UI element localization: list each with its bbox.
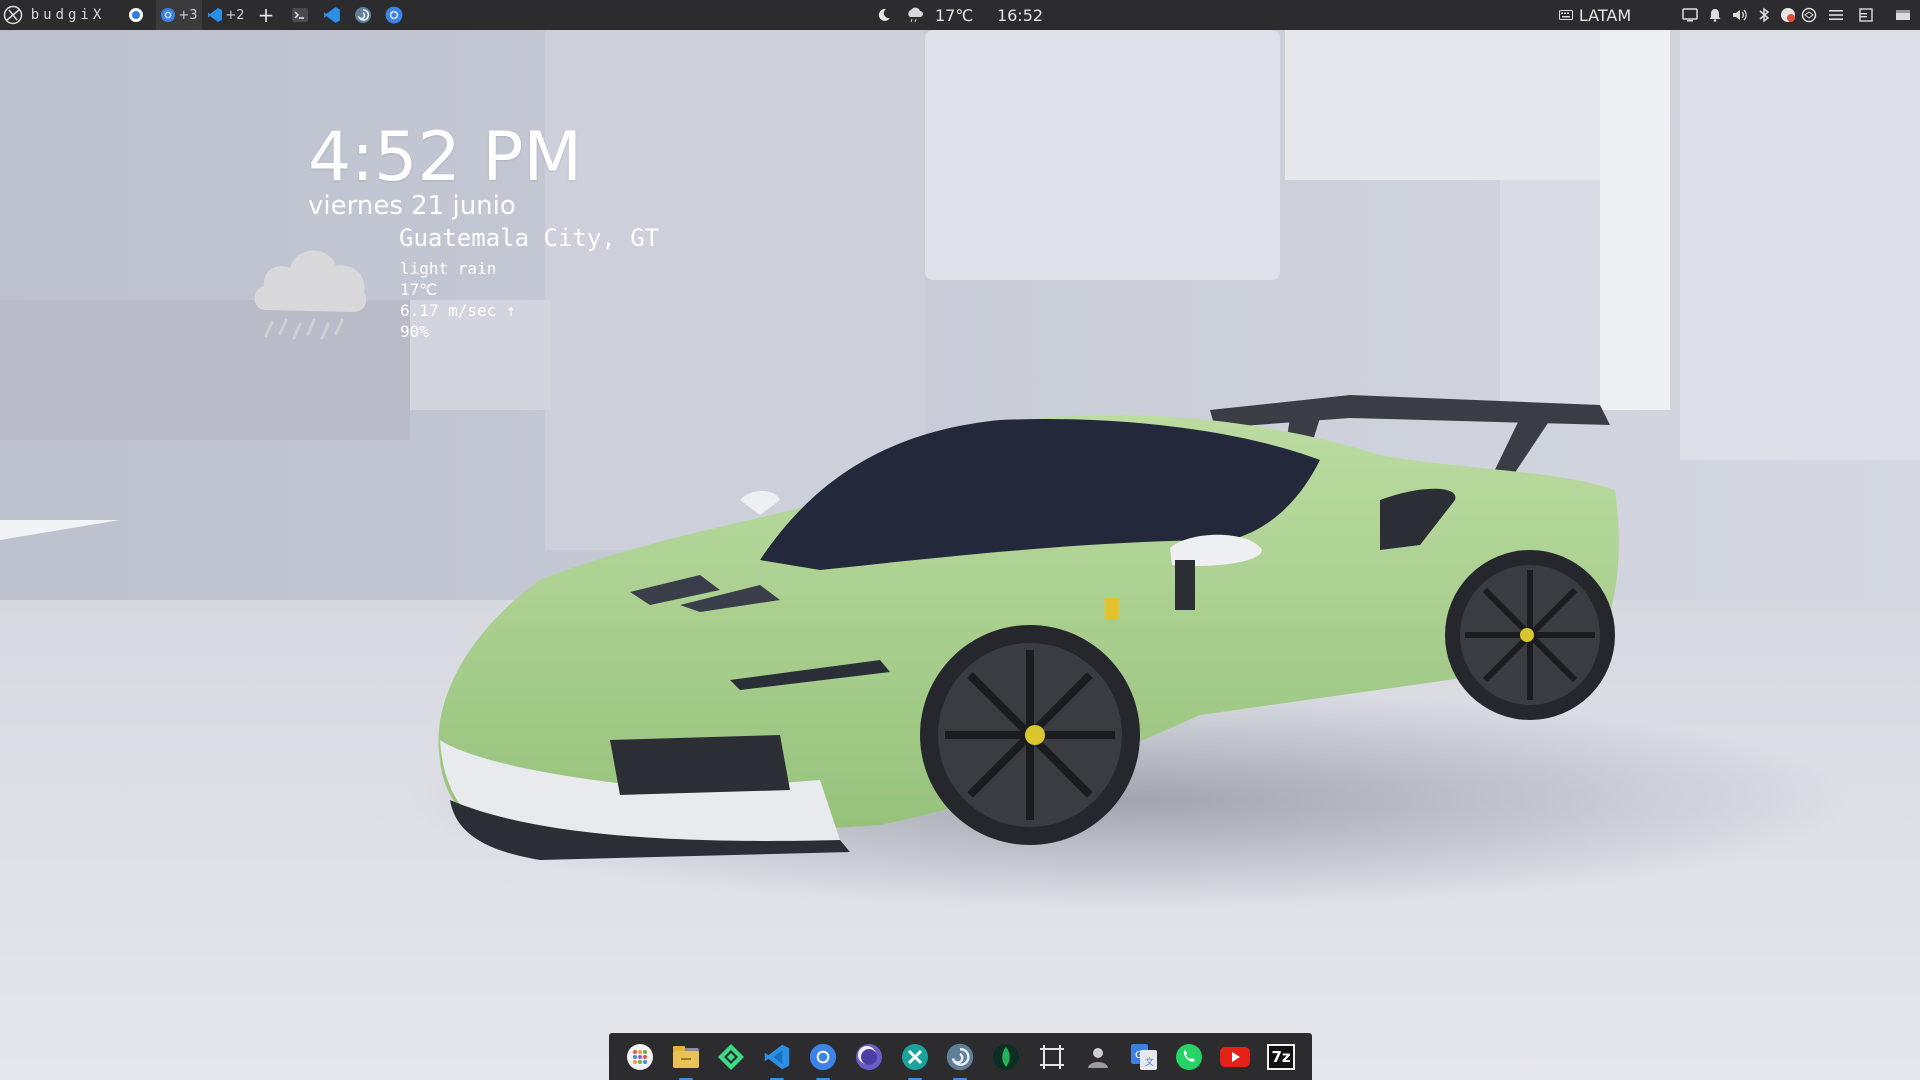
svg-text:G: G (1135, 1050, 1143, 1061)
app-indicator-icon (129, 8, 143, 22)
dock-whatsapp[interactable] (1172, 1040, 1206, 1074)
bluetooth-applet[interactable] (1754, 0, 1774, 30)
vpn-icon (1801, 7, 1817, 23)
dock-app-x[interactable] (898, 1040, 932, 1080)
dock-youtube[interactable] (1218, 1040, 1252, 1074)
user-icon (1087, 1047, 1108, 1068)
cloud-rain-icon (908, 7, 923, 23)
vscode-icon (208, 8, 223, 22)
weather-humidity: 90% (400, 322, 429, 341)
night-light-toggle[interactable] (874, 0, 894, 30)
workspace-1[interactable]: +3 (156, 0, 202, 30)
raven-toggle[interactable] (1856, 0, 1876, 30)
panel-clock[interactable]: 16:52 (990, 0, 1050, 30)
mongodb-icon (993, 1043, 1020, 1070)
dock-eclipse[interactable] (852, 1040, 886, 1074)
sevenzip-label: 7z (1271, 1047, 1291, 1066)
youtube-icon (1220, 1046, 1251, 1067)
app-indicator[interactable] (126, 0, 146, 30)
desktop-wallpaper (0, 0, 1920, 1080)
running-indicator (770, 1077, 785, 1080)
brand-label: budgiX (30, 7, 106, 23)
budgie-logo-icon (3, 5, 23, 25)
keyboard-layout-label: LATAM (1578, 5, 1632, 25)
dock-chrome[interactable] (806, 1040, 840, 1080)
android-studio-icon (718, 1043, 745, 1070)
keyboard-icon (1558, 10, 1573, 20)
menu-icon (1829, 10, 1843, 20)
desktop-clock-date: viernes 21 junio (308, 191, 516, 221)
eclipse-icon (855, 1043, 882, 1070)
notifications-applet[interactable] (1705, 0, 1725, 30)
raven-icon (1859, 8, 1873, 22)
taskbar-chrome[interactable] (384, 0, 404, 30)
app-x-icon (901, 1043, 928, 1070)
running-indicator (678, 1077, 693, 1080)
screenshot-icon (1040, 1044, 1065, 1069)
workspace-2[interactable]: +2 (206, 0, 246, 30)
dock-sevenzip[interactable]: 7z (1264, 1040, 1298, 1074)
chrome-icon (385, 6, 403, 24)
workspace-2-count: +2 (225, 7, 245, 23)
running-indicator (953, 1077, 968, 1080)
dock-user[interactable] (1081, 1040, 1115, 1074)
taskbar-vscode[interactable] (322, 0, 342, 30)
display-applet[interactable] (1680, 0, 1700, 30)
dock-app-grid[interactable] (623, 1040, 657, 1074)
vscode-icon (765, 1044, 790, 1069)
rain-cloud-icon (248, 232, 378, 346)
bell-icon (1709, 9, 1721, 22)
debian-swirl-icon (355, 7, 371, 23)
dock-files[interactable] (669, 1040, 703, 1080)
menu-applet[interactable] (1826, 0, 1846, 30)
weather-wind: 6.17 m/sec ↑ (400, 301, 516, 320)
terminal-icon (292, 8, 308, 22)
svg-text:文: 文 (1145, 1056, 1154, 1068)
top-panel: budgiX +3 +2 + 17℃ 16:52 LATAM (0, 0, 1920, 30)
debian-swirl-icon (947, 1043, 974, 1070)
night-mode-icon (878, 8, 890, 21)
whatsapp-icon (1176, 1043, 1203, 1070)
vscode-icon (324, 7, 340, 23)
wallpaper-scene (0, 30, 1920, 1080)
desktop-clock-time: 4:52 PM (308, 118, 582, 197)
app-grid-icon (626, 1043, 653, 1070)
chrome-icon (161, 8, 176, 22)
running-indicator (816, 1077, 831, 1080)
dock-debian-swirl[interactable] (943, 1040, 977, 1080)
dock: G文 7z (609, 1033, 1312, 1080)
dock-mongodb[interactable] (989, 1040, 1023, 1074)
running-indicator (907, 1077, 922, 1080)
taskbar-debian-swirl[interactable] (353, 0, 373, 30)
weather-temperature: 17℃ (400, 280, 438, 299)
weather-condition: light rain (400, 259, 497, 278)
volume-applet[interactable] (1730, 0, 1750, 30)
dock-screenshot[interactable] (1035, 1040, 1069, 1074)
keyboard-layout-indicator[interactable]: LATAM (1558, 0, 1632, 30)
screen-icon (1682, 8, 1698, 22)
panel-weather-temp: 17℃ (935, 5, 974, 25)
dock-vscode[interactable] (760, 1040, 794, 1080)
budgie-menu-button[interactable]: budgiX (3, 0, 106, 30)
taskbar-terminal[interactable] (290, 0, 310, 30)
weather-city: Guatemala City, GT (399, 224, 660, 252)
dock-android-studio[interactable] (714, 1040, 748, 1074)
dock-translate[interactable]: G文 (1127, 1040, 1161, 1074)
volume-icon (1733, 9, 1747, 21)
add-icon: + (257, 3, 275, 27)
workspace-1-count: +3 (178, 7, 198, 23)
show-desktop-icon (1896, 10, 1910, 20)
vpn-applet[interactable] (1799, 0, 1819, 30)
chrome-icon (809, 1043, 837, 1070)
add-workspace-button[interactable]: + (256, 0, 276, 30)
bluetooth-icon (1759, 7, 1770, 23)
clock-label: 16:52 (996, 5, 1044, 25)
show-desktop-button[interactable] (1893, 0, 1913, 30)
translate-icon: G文 (1130, 1043, 1157, 1070)
files-icon (672, 1045, 699, 1068)
network-icon (1781, 8, 1795, 22)
network-applet[interactable] (1778, 0, 1798, 30)
